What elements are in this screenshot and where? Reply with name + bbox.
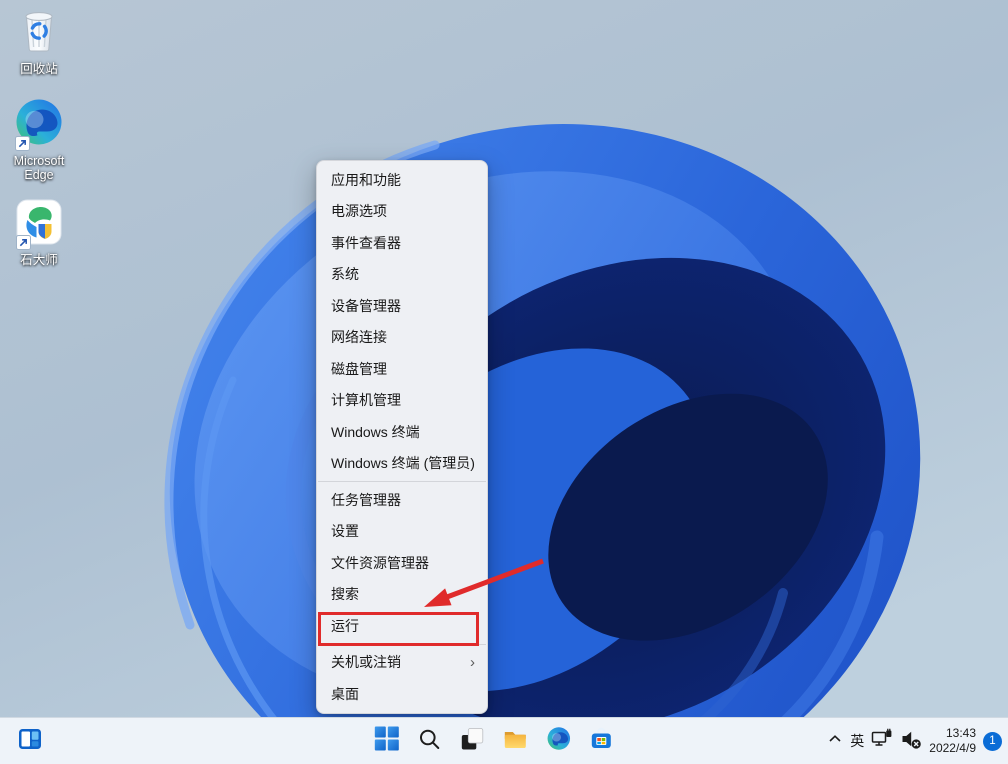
menu-item-label: 桌面 (331, 685, 359, 702)
widgets-icon (17, 726, 43, 757)
edge-icon (546, 726, 571, 756)
desktop-screen: 回收站 Microsoft Edge 石大师 应用和功能 电源选项 事件查看器 … (0, 0, 1008, 764)
shi-da-shi-icon (15, 198, 63, 251)
clock-date: 2022/4/9 (929, 741, 976, 755)
menu-item-label: Windows 终端 (管理员) (331, 455, 475, 472)
menu-item-label: 任务管理器 (331, 491, 401, 508)
search-button[interactable] (409, 721, 449, 761)
menu-item-label: 应用和功能 (331, 171, 401, 188)
desktop-icon-microsoft-edge[interactable]: Microsoft Edge (2, 97, 76, 182)
menu-item-label: 设置 (331, 523, 359, 540)
menu-item-desktop[interactable]: 桌面 (317, 678, 487, 710)
menu-item-label: 文件资源管理器 (331, 554, 429, 571)
edge-icon (14, 97, 64, 152)
menu-item-label: Windows 终端 (331, 423, 420, 440)
submenu-chevron-icon: › (470, 653, 475, 671)
search-icon (417, 727, 441, 756)
menu-item-label: 系统 (331, 266, 359, 283)
edge-button[interactable] (538, 721, 578, 761)
network-button[interactable] (871, 728, 893, 755)
menu-item-label: 网络连接 (331, 329, 387, 346)
wallpaper (0, 0, 1008, 764)
desktop-icon-shi-da-shi[interactable]: 石大师 (2, 198, 76, 267)
menu-item-settings[interactable]: 设置 (317, 516, 487, 548)
shortcut-arrow-icon (15, 136, 30, 151)
chevron-up-icon (827, 731, 843, 752)
menu-separator (318, 481, 486, 482)
menu-item-label: 关机或注销 (331, 654, 401, 671)
menu-item-windows-terminal-admin[interactable]: Windows 终端 (管理员) (317, 448, 487, 480)
menu-item-label: 搜索 (331, 586, 359, 603)
notification-badge[interactable]: 1 (983, 731, 1002, 751)
desktop-icon-recycle-bin[interactable]: 回收站 (2, 5, 76, 76)
menu-item-apps-features[interactable]: 应用和功能 (317, 164, 487, 196)
menu-item-label: 事件查看器 (331, 234, 401, 251)
menu-item-label: 电源选项 (331, 203, 387, 220)
menu-item-windows-terminal[interactable]: Windows 终端 (317, 416, 487, 448)
menu-item-file-explorer[interactable]: 文件资源管理器 (317, 547, 487, 579)
menu-item-label: 设备管理器 (331, 297, 401, 314)
menu-item-task-manager[interactable]: 任务管理器 (317, 484, 487, 516)
store-icon (588, 726, 614, 757)
menu-item-label: 磁盘管理 (331, 360, 387, 377)
task-view-button[interactable] (452, 721, 492, 761)
store-button[interactable] (581, 721, 621, 761)
file-explorer-icon (502, 726, 528, 757)
desktop-icon-label: Microsoft Edge (13, 154, 65, 182)
menu-item-computer-management[interactable]: 计算机管理 (317, 385, 487, 417)
menu-item-system[interactable]: 系统 (317, 259, 487, 291)
menu-item-shutdown-signout[interactable]: 关机或注销 › (317, 647, 487, 679)
menu-item-label: 计算机管理 (331, 392, 401, 409)
menu-item-device-manager[interactable]: 设备管理器 (317, 290, 487, 322)
desktop-icon-label: 石大师 (20, 253, 58, 267)
ime-language-indicator[interactable]: 英 (850, 731, 864, 751)
recycle-bin-icon (15, 5, 63, 60)
widgets-button[interactable] (10, 721, 50, 761)
start-icon (374, 726, 399, 756)
menu-item-event-viewer[interactable]: 事件查看器 (317, 227, 487, 259)
hidden-icons-button[interactable] (827, 731, 843, 752)
file-explorer-button[interactable] (495, 721, 535, 761)
taskbar: 英 13:43 2022/4/9 1 (0, 717, 1008, 764)
volume-button[interactable] (900, 728, 922, 755)
annotation-highlight-box (318, 612, 479, 646)
wired-network-icon (871, 728, 893, 755)
menu-item-power-options[interactable]: 电源选项 (317, 196, 487, 228)
menu-item-network-connections[interactable]: 网络连接 (317, 322, 487, 354)
clock[interactable]: 13:43 2022/4/9 (929, 726, 976, 756)
start-button[interactable] (366, 721, 406, 761)
desktop-icon-label: 回收站 (20, 62, 58, 76)
shortcut-arrow-icon (16, 235, 31, 250)
task-view-icon (460, 727, 484, 756)
menu-item-search[interactable]: 搜索 (317, 579, 487, 611)
menu-item-disk-management[interactable]: 磁盘管理 (317, 353, 487, 385)
muted-volume-icon (900, 728, 922, 755)
clock-time: 13:43 (945, 726, 976, 740)
